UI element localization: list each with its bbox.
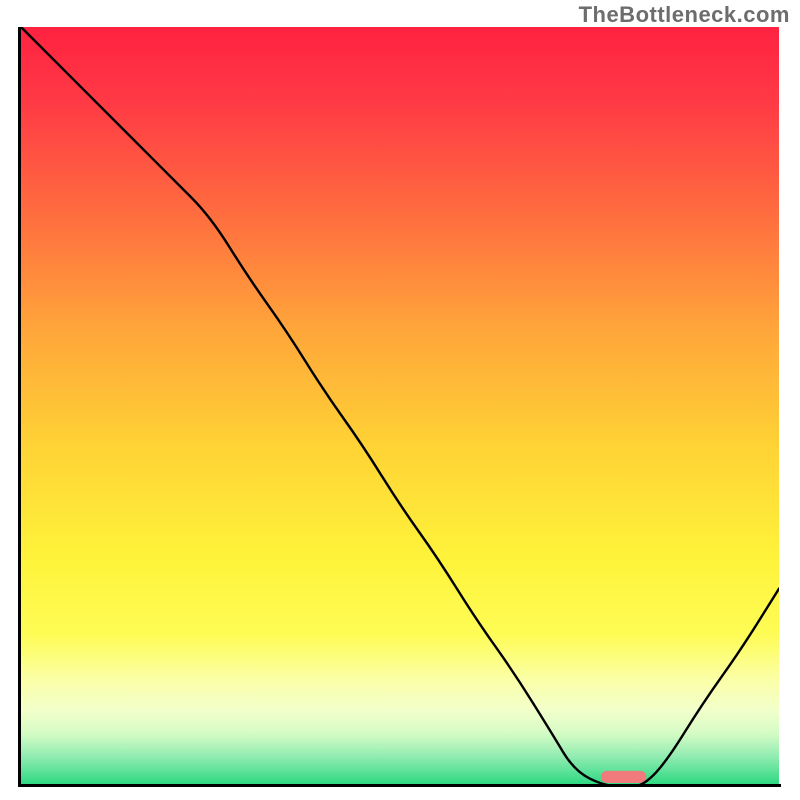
y-axis: [18, 27, 21, 787]
optimal-marker: [601, 771, 646, 783]
watermark-text: TheBottleneck.com: [579, 2, 790, 28]
chart-area: [21, 27, 779, 786]
chart-svg: [21, 27, 779, 786]
x-axis: [18, 784, 781, 787]
